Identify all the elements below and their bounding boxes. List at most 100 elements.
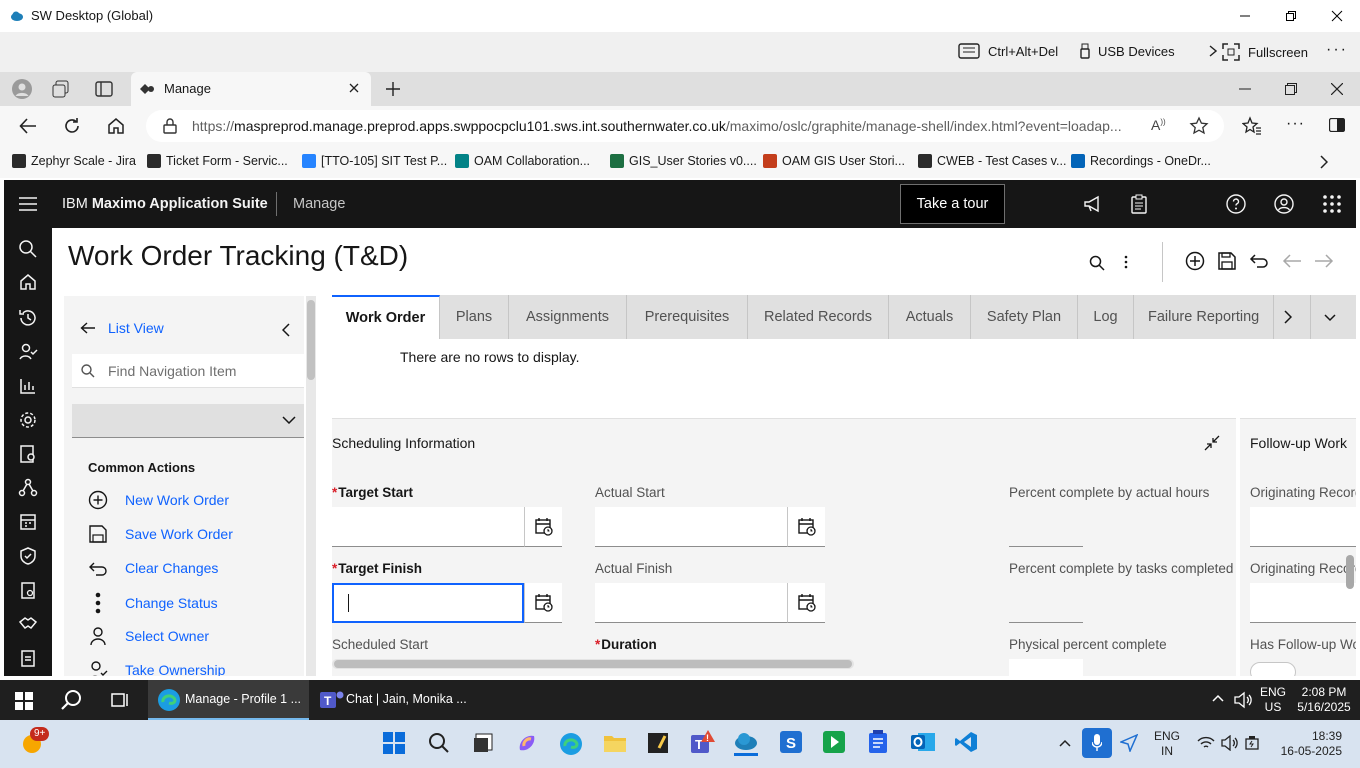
target-finish-input[interactable] xyxy=(332,583,524,623)
target-finish-calendar-button[interactable] xyxy=(524,583,562,623)
percent-complete-hours-field[interactable] xyxy=(1009,546,1083,547)
tab-prerequisites[interactable]: Prerequisites xyxy=(627,295,748,339)
favorite-item[interactable]: Zephyr Scale - Jira xyxy=(12,154,136,168)
home-icon[interactable] xyxy=(107,117,125,135)
physical-percent-field[interactable] xyxy=(1009,659,1083,676)
refresh-icon[interactable] xyxy=(63,117,81,135)
rail-calendar-icon[interactable] xyxy=(16,510,40,534)
page-overflow-icon[interactable] xyxy=(1124,255,1128,269)
tab-actions-icon[interactable] xyxy=(95,80,113,98)
new-tab-icon[interactable] xyxy=(385,81,401,97)
more-options-icon[interactable]: ··· xyxy=(1326,41,1348,59)
copilot-icon[interactable] xyxy=(516,732,538,754)
rail-handshake-icon[interactable] xyxy=(16,612,40,636)
remote-clock[interactable]: 2:08 PM 5/16/2025 xyxy=(1296,685,1352,715)
favorite-item[interactable]: Recordings - OneDr... xyxy=(1071,154,1211,168)
workspaces-icon[interactable] xyxy=(52,80,70,98)
originating-record-class-input[interactable] xyxy=(1250,583,1356,623)
tab-close-icon[interactable] xyxy=(349,83,359,93)
taskbar-edge-window[interactable]: Manage - Profile 1 ... xyxy=(148,680,309,720)
back-icon[interactable] xyxy=(19,117,37,135)
horizontal-scrollbar[interactable] xyxy=(332,659,854,669)
security-app-icon[interactable]: S xyxy=(779,730,803,754)
browser-close-icon[interactable] xyxy=(1331,83,1343,95)
task-view-icon[interactable] xyxy=(110,690,130,710)
user-avatar-icon[interactable] xyxy=(1274,194,1294,214)
local-tray-chevron-icon[interactable] xyxy=(1059,739,1071,747)
favorites-icon[interactable] xyxy=(1242,116,1262,136)
edge-pinned-icon[interactable] xyxy=(559,732,583,756)
app-switcher-icon[interactable] xyxy=(1323,195,1341,213)
favorite-item[interactable]: GIS_User Stories v0.... xyxy=(610,154,757,168)
minimize-button[interactable] xyxy=(1230,0,1260,32)
tab-related-records[interactable]: Related Records xyxy=(748,295,889,339)
clipboard-icon[interactable] xyxy=(1131,194,1147,214)
notepad-icon[interactable] xyxy=(647,732,669,754)
win11-taskview-icon[interactable] xyxy=(472,732,494,754)
collapse-section-icon[interactable] xyxy=(1204,435,1220,451)
vertical-scroll-thumb[interactable] xyxy=(1346,555,1354,589)
tabs-dropdown-chevron-icon[interactable] xyxy=(1324,314,1336,322)
wifi-icon[interactable] xyxy=(1197,736,1215,750)
remote-language-indicator[interactable]: ENG US xyxy=(1258,685,1288,715)
target-start-calendar-button[interactable] xyxy=(524,507,562,547)
hamburger-menu-icon[interactable] xyxy=(19,197,37,211)
media-player-icon[interactable] xyxy=(822,730,846,754)
teams-pinned-icon[interactable]: T! xyxy=(690,729,716,755)
action-new-work-order[interactable]: New Work Order xyxy=(88,490,229,510)
restore-button[interactable] xyxy=(1276,0,1306,32)
actual-finish-input[interactable] xyxy=(595,583,787,623)
lock-icon[interactable] xyxy=(163,118,177,134)
tray-chevron-up-icon[interactable] xyxy=(1212,694,1224,702)
browser-minimize-icon[interactable] xyxy=(1239,88,1251,90)
horizontal-scroll-thumb[interactable] xyxy=(334,660,852,668)
announcement-icon[interactable] xyxy=(1083,195,1103,213)
tab-actuals[interactable]: Actuals xyxy=(889,295,971,339)
originating-record-input[interactable] xyxy=(1250,507,1356,547)
rail-search-icon[interactable] xyxy=(16,237,40,261)
action-clear-changes[interactable]: Clear Changes xyxy=(88,558,218,578)
collapse-chevron-icon[interactable] xyxy=(282,323,290,337)
rail-chart-icon[interactable] xyxy=(16,374,40,398)
action-select-owner[interactable]: Select Owner xyxy=(88,626,209,646)
search-taskbar-icon[interactable] xyxy=(61,689,83,711)
action-change-status[interactable]: Change Status xyxy=(88,592,218,614)
save-record-icon[interactable] xyxy=(1218,252,1236,270)
rail-network-icon[interactable] xyxy=(16,476,40,500)
win11-search-icon[interactable] xyxy=(428,732,450,754)
previous-record-icon[interactable] xyxy=(1282,254,1302,268)
take-a-tour-button[interactable]: Take a tour xyxy=(900,184,1005,224)
read-aloud-icon[interactable]: A)) xyxy=(1151,117,1166,133)
brand-name[interactable]: IBM Maximo Application Suite xyxy=(62,196,268,212)
tab-work-order[interactable]: Work Order xyxy=(332,295,440,339)
rail-home-icon[interactable] xyxy=(16,270,40,294)
usb-devices-button[interactable]: USB Devices xyxy=(1080,43,1217,59)
sidebar-scrollbar[interactable] xyxy=(306,296,316,676)
undo-icon[interactable] xyxy=(1249,253,1269,269)
next-record-icon[interactable] xyxy=(1314,254,1334,268)
tab-failure-reporting[interactable]: Failure Reporting xyxy=(1134,295,1274,339)
sidebar-scroll-thumb[interactable] xyxy=(307,300,315,380)
local-clock[interactable]: 18:39 16-05-2025 xyxy=(1270,729,1342,759)
has-followup-toggle[interactable] xyxy=(1250,662,1296,676)
rail-shield-icon[interactable] xyxy=(16,544,40,568)
tab-assignments[interactable]: Assignments xyxy=(509,295,627,339)
add-record-icon[interactable] xyxy=(1185,251,1205,271)
taskbar-teams-window[interactable]: T Chat | Jain, Monika ... xyxy=(312,680,472,720)
rail-recent-icon[interactable] xyxy=(16,306,40,330)
tab-log[interactable]: Log xyxy=(1078,295,1134,339)
windows-start-icon[interactable] xyxy=(15,692,33,710)
find-navigation-input[interactable]: Find Navigation Item xyxy=(72,354,304,388)
vscode-icon[interactable] xyxy=(954,730,978,754)
action-take-ownership[interactable]: Take Ownership xyxy=(88,660,225,676)
navigation-dropdown[interactable] xyxy=(72,404,304,438)
profile-avatar-icon[interactable] xyxy=(12,79,32,99)
local-language-indicator[interactable]: ENG IN xyxy=(1150,729,1184,759)
percent-complete-tasks-field[interactable] xyxy=(1009,622,1083,623)
favorite-star-icon[interactable] xyxy=(1189,116,1209,136)
actual-finish-calendar-button[interactable] xyxy=(787,583,825,623)
favorite-item[interactable]: OAM GIS User Stori... xyxy=(763,154,905,168)
outlook-icon[interactable] xyxy=(910,730,936,754)
list-view-link[interactable]: List View xyxy=(80,320,164,336)
tab-plans[interactable]: Plans xyxy=(440,295,509,339)
